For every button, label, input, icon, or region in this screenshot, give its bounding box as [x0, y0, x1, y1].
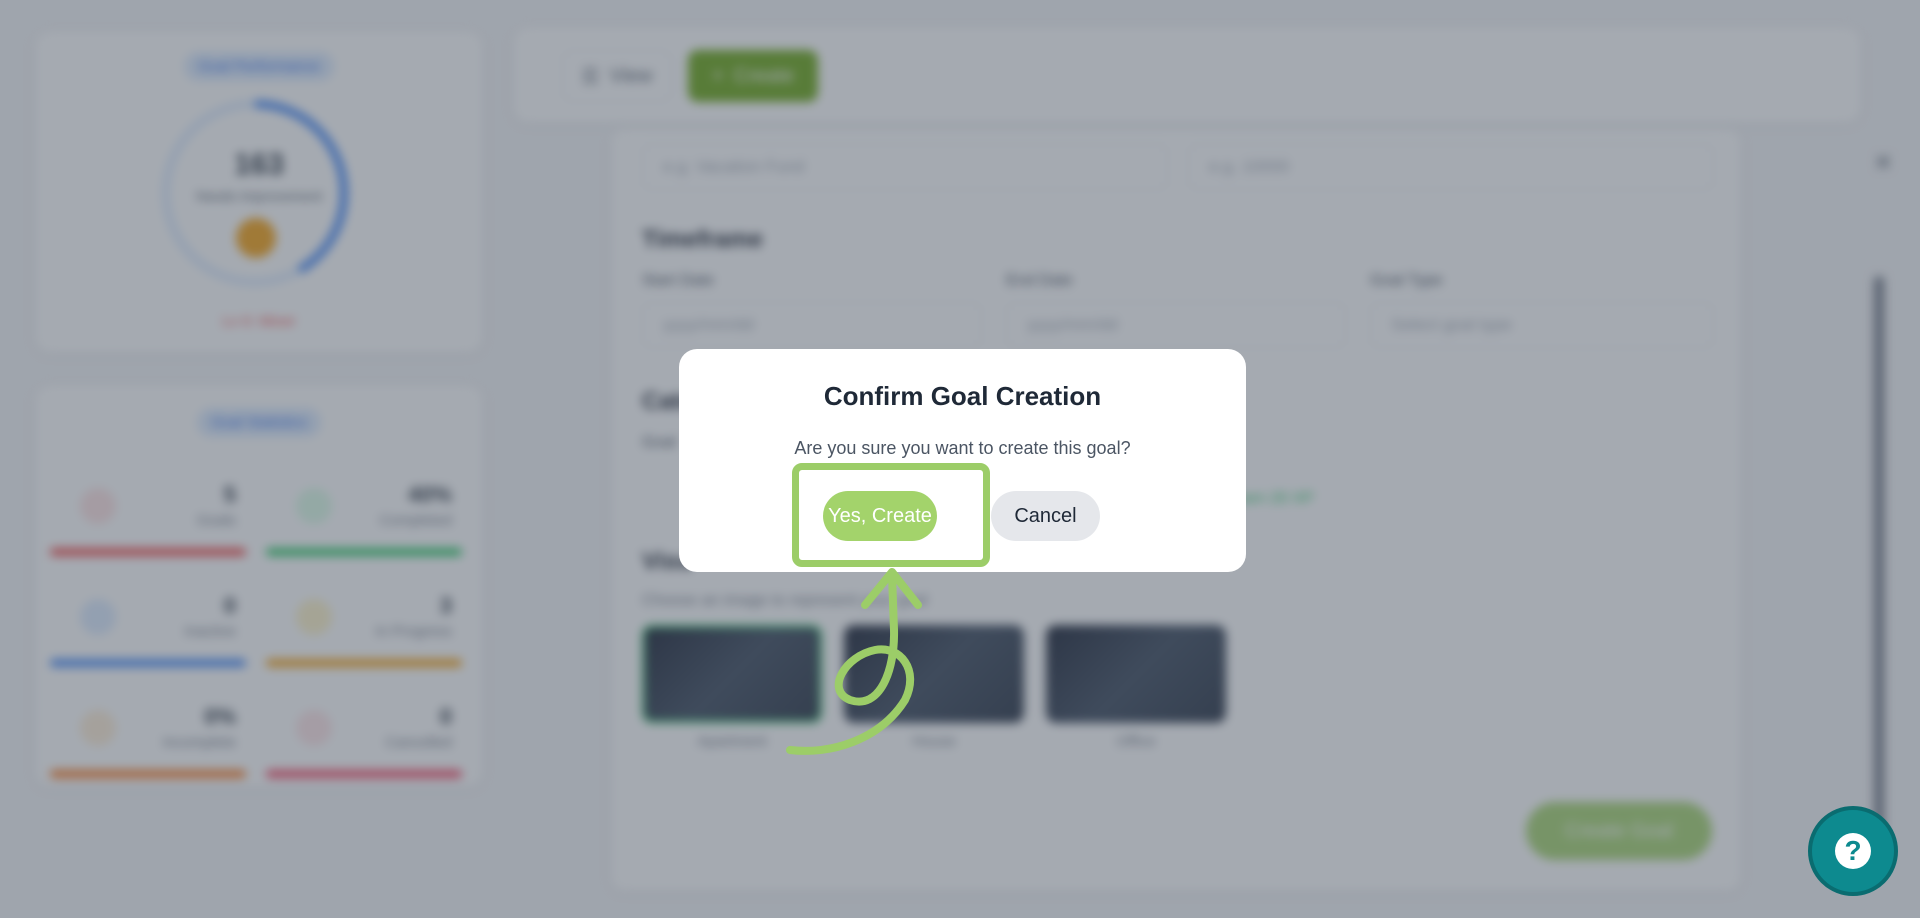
confirm-dialog: Confirm Goal Creation Are you sure you w…	[679, 349, 1246, 572]
dialog-message: Are you sure you want to create this goa…	[794, 438, 1131, 458]
dialog-title: Confirm Goal Creation	[823, 381, 1102, 411]
help-button[interactable]: ?	[1808, 806, 1898, 896]
cancel-button[interactable]: Cancel	[991, 491, 1100, 541]
confirm-create-button[interactable]: Yes, Create	[823, 491, 937, 541]
question-circle-icon: ?	[1835, 833, 1871, 869]
